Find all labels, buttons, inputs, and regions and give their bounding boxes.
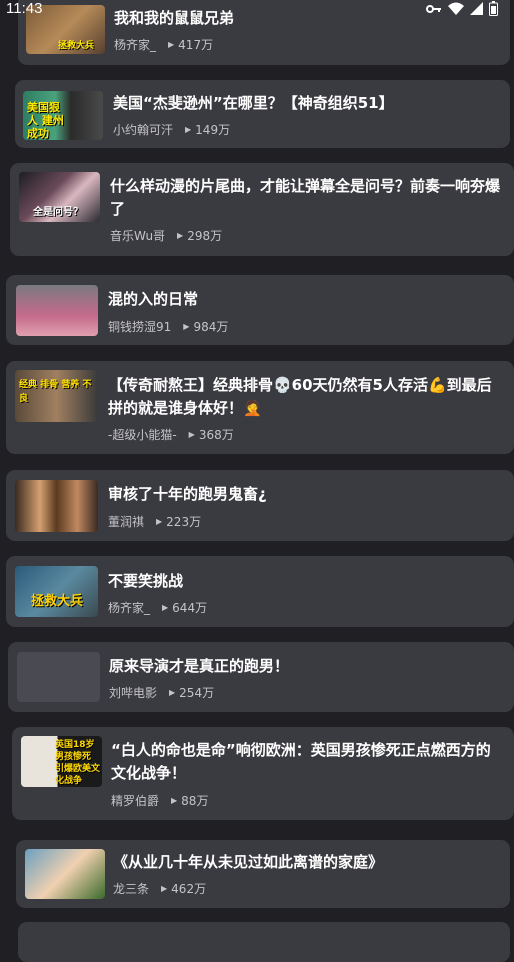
status-time: 11:43	[6, 0, 43, 17]
video-views: 462万	[171, 882, 207, 896]
video-card[interactable]: 美国狠人 建州成功 美国“杰斐逊州”在哪里？【神奇组织51】 小约翰可汗 ▶ 1…	[15, 80, 510, 148]
video-views: 298万	[187, 229, 223, 243]
video-meta: 龙三条 ▶ 462万	[113, 880, 206, 897]
video-views: 984万	[193, 320, 229, 334]
play-count-icon: ▶	[169, 688, 176, 697]
video-title: 原来导演才是真正的跑男！	[109, 657, 290, 675]
video-meta: 刘哔电影 ▶ 254万	[109, 684, 214, 701]
video-meta: 精罗伯爵 ▶ 88万	[111, 792, 208, 809]
status-bar: 11:43	[0, 0, 514, 18]
video-title: 审核了十年的跑男鬼畜¿	[108, 485, 267, 503]
video-card[interactable]: 全是问号？ 什么样动漫的片尾曲，才能让弹幕全是问号？前奏一响夯爆了 音乐Wu哥 …	[10, 163, 514, 256]
video-author: 杨齐家_	[114, 38, 157, 52]
video-views: 368万	[198, 428, 234, 442]
video-author: 音乐Wu哥	[110, 229, 166, 243]
play-count-icon: ▶	[183, 322, 190, 331]
play-count-icon: ▶	[161, 884, 168, 893]
video-views: 223万	[166, 515, 202, 529]
video-title: 【传奇耐熬王】经典排骨💀60天仍然有5人存活💪到最后拼的就是谁身体好！🤦	[108, 376, 492, 417]
play-count-icon: ▶	[162, 603, 169, 612]
video-author: 杨齐家_	[108, 601, 151, 615]
video-author: 龙三条	[113, 882, 150, 896]
video-meta: 杨齐家_ ▶ 644万	[108, 599, 207, 616]
video-author: 铜钱捞湿91	[108, 320, 172, 334]
video-card[interactable]: 混的入的日常 铜钱捞湿91 ▶ 984万	[6, 275, 514, 345]
video-title: 什么样动漫的片尾曲，才能让弹幕全是问号？前奏一响夯爆了	[110, 177, 501, 218]
video-card[interactable]: 拯救大兵 不要笑挑战 杨齐家_ ▶ 644万	[6, 556, 514, 627]
video-title: 美国“杰斐逊州”在哪里？【神奇组织51】	[113, 94, 394, 112]
vpn-key-icon	[426, 4, 441, 13]
cellular-signal-icon	[470, 2, 483, 15]
thumbnail-caption: 英国18岁 男孩惨死 引爆欧美文化战争	[55, 740, 101, 786]
wifi-icon	[448, 2, 464, 15]
video-author: 刘哔电影	[109, 686, 158, 700]
video-author: 精罗伯爵	[111, 794, 160, 808]
video-views: 149万	[195, 123, 231, 137]
video-card[interactable]	[18, 922, 510, 962]
video-meta: 杨齐家_ ▶ 417万	[114, 36, 213, 53]
play-count-icon: ▶	[188, 430, 195, 439]
video-meta: 铜钱捞湿91 ▶ 984万	[108, 318, 228, 335]
video-meta: 董润祺 ▶ 223万	[108, 513, 201, 530]
video-card[interactable]: 经典 排骨 营养 不良 【传奇耐熬王】经典排骨💀60天仍然有5人存活💪到最后拼的…	[6, 361, 514, 454]
video-thumbnail: 全是问号？	[19, 172, 100, 222]
video-author: 小约翰可汗	[113, 123, 174, 137]
video-title: 不要笑挑战	[108, 572, 184, 590]
video-meta: -超级小能猫- ▶ 368万	[108, 426, 234, 443]
video-thumbnail: 英国18岁 男孩惨死 引爆欧美文化战争	[21, 736, 102, 787]
play-count-icon: ▶	[177, 231, 184, 240]
video-card[interactable]: 原来导演才是真正的跑男！ 刘哔电影 ▶ 254万	[8, 642, 514, 712]
video-title: 《从业几十年从未见过如此离谱的家庭》	[113, 853, 384, 871]
thumbnail-caption: 全是问号？	[33, 207, 83, 218]
video-views: 254万	[179, 686, 215, 700]
video-title: 混的入的日常	[108, 290, 199, 308]
video-thumbnail: 经典 排骨 营养 不良	[15, 370, 98, 422]
thumbnail-caption: 拯救大兵	[58, 41, 95, 51]
video-thumbnail: 拯救大兵	[15, 566, 98, 617]
video-thumbnail	[15, 480, 98, 532]
play-count-icon: ▶	[171, 796, 178, 805]
video-card[interactable]: 《从业几十年从未见过如此离谱的家庭》 龙三条 ▶ 462万	[16, 840, 510, 908]
play-count-icon: ▶	[185, 125, 192, 134]
video-thumbnail: 美国狠人 建州成功	[23, 91, 103, 140]
video-meta: 音乐Wu哥 ▶ 298万	[110, 227, 222, 244]
thumbnail-caption: 拯救大兵	[31, 594, 84, 609]
video-views: 417万	[178, 38, 214, 52]
video-views: 88万	[181, 794, 209, 808]
video-views: 644万	[172, 601, 208, 615]
play-count-icon: ▶	[156, 517, 163, 526]
play-count-icon: ▶	[168, 40, 175, 49]
video-thumbnail	[16, 285, 98, 336]
battery-icon	[489, 1, 498, 16]
video-card[interactable]: 审核了十年的跑男鬼畜¿ 董润祺 ▶ 223万	[6, 470, 514, 541]
thumbnail-caption: 美国狠人 建州成功	[27, 101, 64, 140]
video-thumbnail	[17, 652, 100, 702]
video-thumbnail	[25, 849, 105, 899]
video-card[interactable]: 英国18岁 男孩惨死 引爆欧美文化战争 “白人的命也是命”响彻欧洲：英国男孩惨死…	[12, 727, 514, 820]
video-title: “白人的命也是命”响彻欧洲：英国男孩惨死正点燃西方的文化战争！	[111, 741, 491, 782]
video-author: 董润祺	[108, 515, 145, 529]
video-author: -超级小能猫-	[108, 428, 177, 442]
video-meta: 小约翰可汗 ▶ 149万	[113, 121, 230, 138]
thumbnail-caption: 经典 排骨 营养 不良	[19, 380, 92, 404]
